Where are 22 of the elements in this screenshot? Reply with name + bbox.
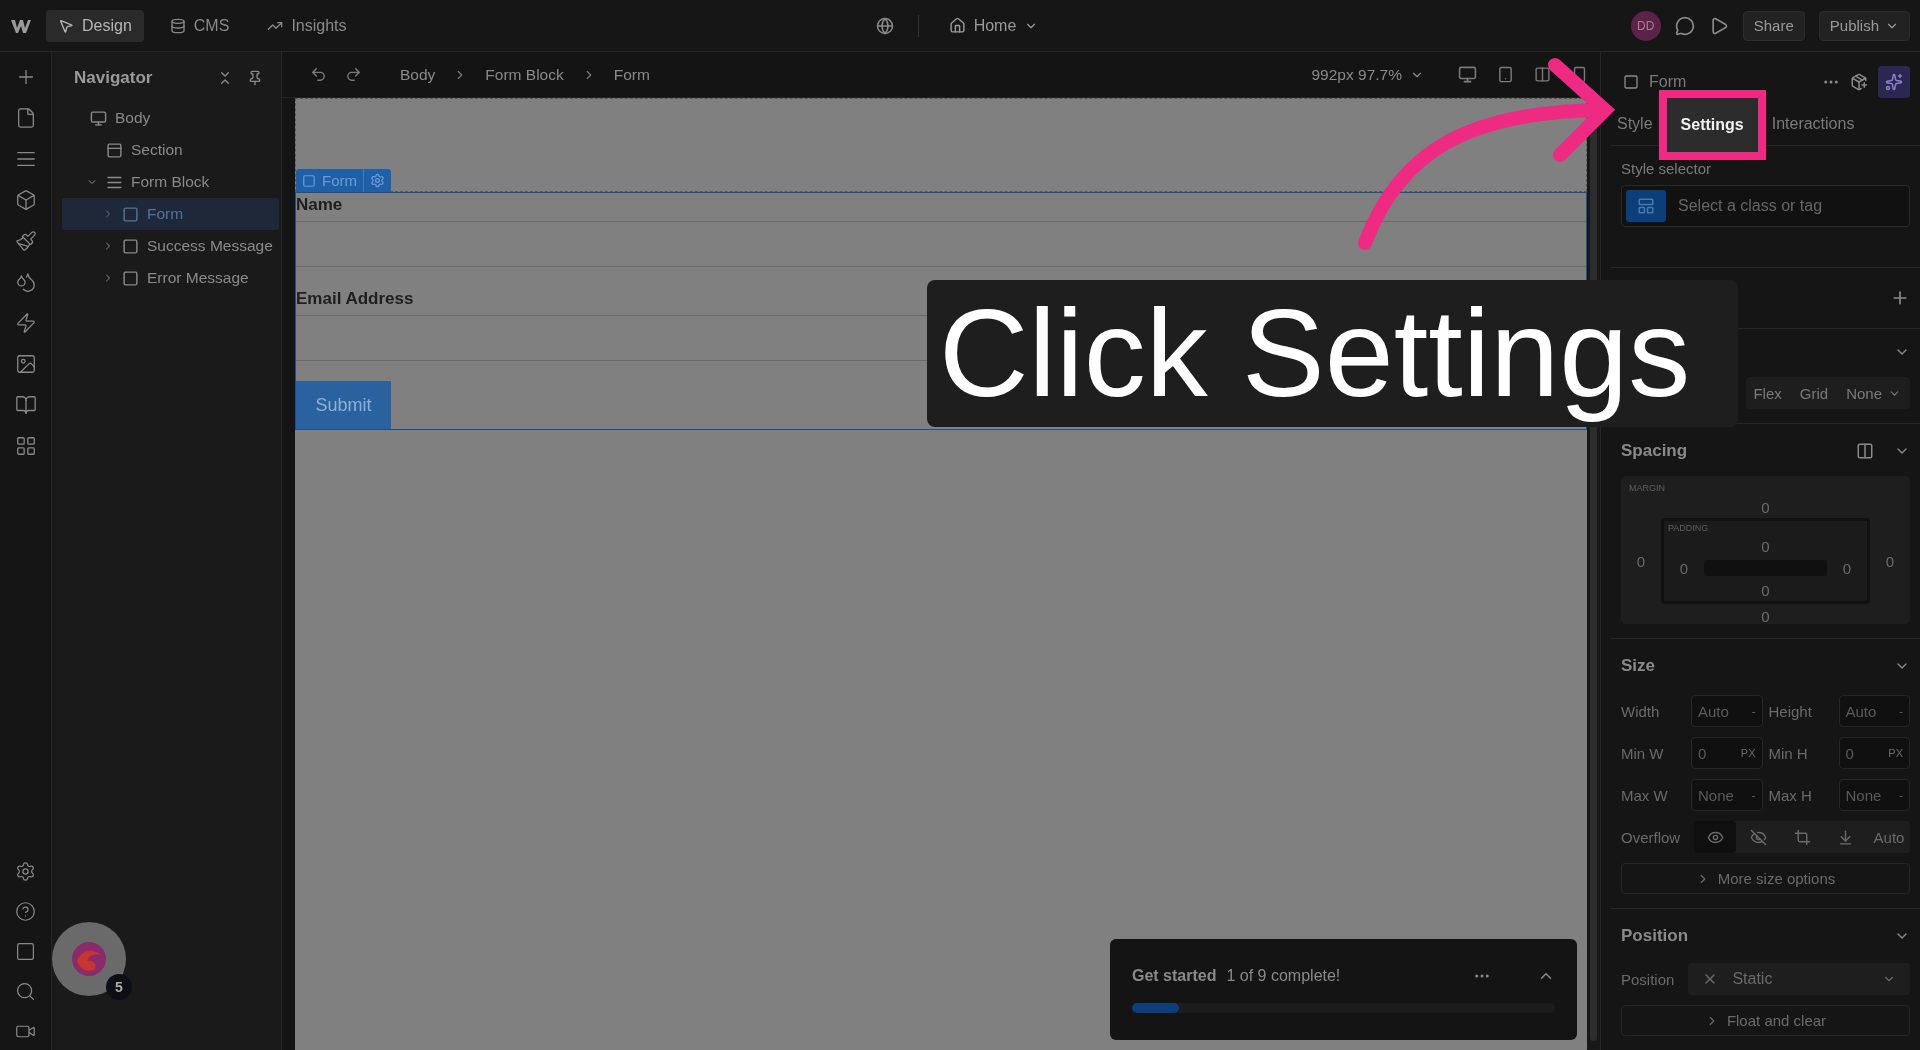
size-label: Height xyxy=(1768,702,1813,720)
size-label: Max H xyxy=(1768,786,1813,804)
section-title: Position xyxy=(1621,926,1690,946)
size-label: Max W xyxy=(1621,786,1669,804)
checklist-title: Get started xyxy=(1132,967,1217,985)
field-label: Name xyxy=(296,194,344,216)
navigator-title: Navigator xyxy=(74,68,154,88)
notification-badge: 5 xyxy=(106,974,132,1000)
element-name: Form xyxy=(1649,73,1688,91)
margin-label: MARGIN xyxy=(1628,483,1665,493)
size-label: Min W xyxy=(1621,744,1665,762)
size-label: Min H xyxy=(1768,744,1809,762)
padding-label: PADDING xyxy=(1667,523,1709,533)
style-selector-label: Style selector xyxy=(1621,160,1713,178)
position-label: Position xyxy=(1621,970,1675,988)
size-label: Width xyxy=(1621,702,1661,720)
field-label: Email Address xyxy=(296,288,415,310)
caption-tooltip: Click Settings xyxy=(927,280,1738,427)
checklist-status: 1 of 9 complete! xyxy=(1226,967,1342,985)
section-title: Size xyxy=(1621,656,1657,676)
section-title: Spacing xyxy=(1621,441,1689,461)
overflow-label: Overflow xyxy=(1621,828,1681,846)
